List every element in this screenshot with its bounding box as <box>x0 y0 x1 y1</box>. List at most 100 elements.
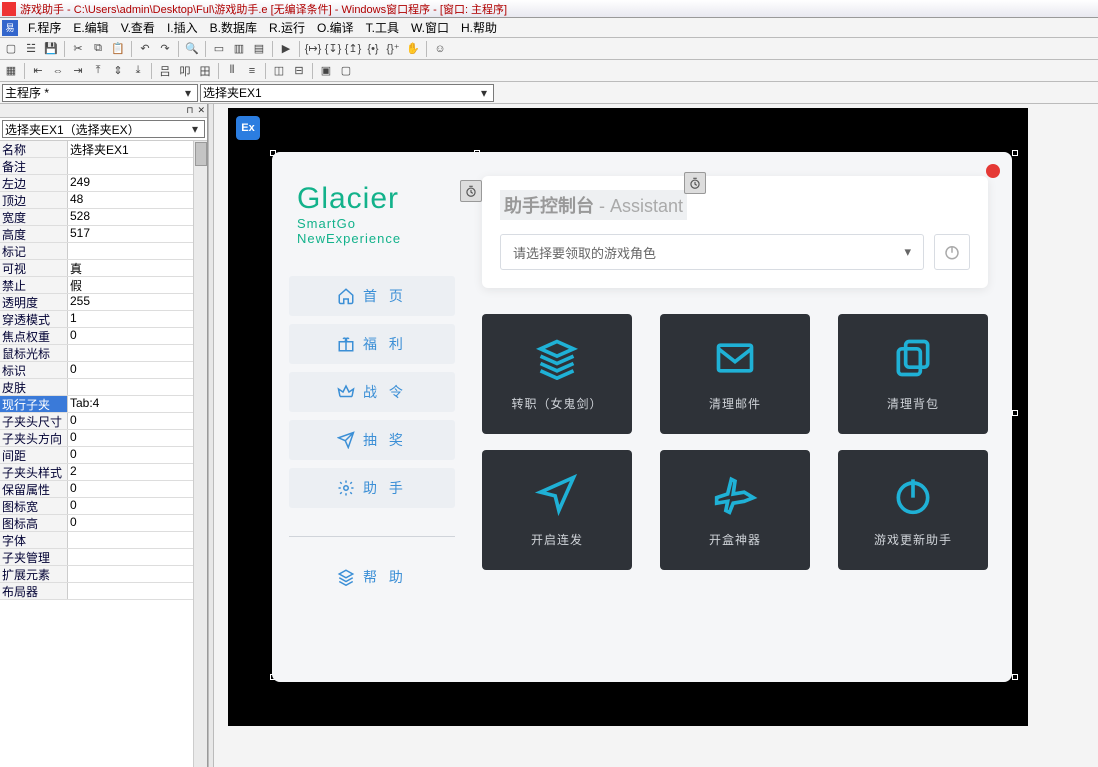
step-over-icon[interactable]: {↦} <box>304 40 322 58</box>
cut-icon[interactable]: ✂ <box>69 40 87 58</box>
property-value[interactable]: 真 <box>68 260 207 276</box>
property-row[interactable]: 鼠标光标 <box>0 345 207 362</box>
run-icon[interactable]: ▶ <box>277 40 295 58</box>
menu-edit[interactable]: E.编辑 <box>67 17 114 38</box>
property-row[interactable]: 子夹头尺寸0 <box>0 413 207 430</box>
property-value[interactable]: 2 <box>68 464 207 480</box>
property-row[interactable]: 高度517 <box>0 226 207 243</box>
property-value[interactable]: 选择夹EX1 <box>68 141 207 157</box>
property-value[interactable]: 0 <box>68 413 207 429</box>
center-h-icon[interactable]: ◫ <box>270 62 288 80</box>
property-row[interactable]: 间距0 <box>0 447 207 464</box>
property-row[interactable]: 宽度528 <box>0 209 207 226</box>
layout2-icon[interactable]: ▥ <box>230 40 248 58</box>
scrollbar-thumb[interactable] <box>195 142 207 166</box>
menu-help[interactable]: H.帮助 <box>455 17 503 38</box>
property-value[interactable] <box>68 549 207 565</box>
property-row[interactable]: 穿透模式1 <box>0 311 207 328</box>
step-into-icon[interactable]: {↧} <box>324 40 342 58</box>
bring-front-icon[interactable]: ▣ <box>317 62 335 80</box>
control-selector[interactable]: 选择夹EX1 ▾ <box>200 84 494 102</box>
menu-tools[interactable]: T.工具 <box>360 17 405 38</box>
send-back-icon[interactable]: ▢ <box>337 62 355 80</box>
tile-openbox[interactable]: 开盒神器 <box>660 450 810 570</box>
menu-run[interactable]: R.运行 <box>263 17 311 38</box>
dock-pin-icon[interactable]: ⊓ <box>186 105 193 116</box>
selection-handle[interactable] <box>1012 410 1018 416</box>
nav-help[interactable]: 帮 助 <box>289 536 455 587</box>
property-row[interactable]: 焦点权重0 <box>0 328 207 345</box>
same-size-icon[interactable]: 田 <box>196 62 214 80</box>
grid-icon[interactable]: ▦ <box>2 62 20 80</box>
property-value[interactable]: 0 <box>68 328 207 344</box>
nav-battlepass[interactable]: 战 令 <box>289 372 455 412</box>
property-row[interactable]: 扩展元素 <box>0 566 207 583</box>
object-selector[interactable]: 选择夹EX1（选择夹EX） ▾ <box>2 120 205 138</box>
open-icon[interactable]: ☱ <box>22 40 40 58</box>
menu-view[interactable]: V.查看 <box>115 17 161 38</box>
property-value[interactable]: 0 <box>68 447 207 463</box>
nav-lottery[interactable]: 抽 奖 <box>289 420 455 460</box>
center-v-icon[interactable]: ⊟ <box>290 62 308 80</box>
property-row[interactable]: 字体 <box>0 532 207 549</box>
nav-assistant[interactable]: 助 手 <box>289 468 455 508</box>
property-row[interactable]: 标记 <box>0 243 207 260</box>
property-value[interactable] <box>68 566 207 582</box>
property-value[interactable]: 528 <box>68 209 207 225</box>
property-row[interactable]: 透明度255 <box>0 294 207 311</box>
property-row[interactable]: 布局器 <box>0 583 207 600</box>
property-row[interactable]: 子夹头方向0 <box>0 430 207 447</box>
property-value[interactable]: 249 <box>68 175 207 191</box>
property-value[interactable] <box>68 158 207 174</box>
property-value[interactable]: 0 <box>68 515 207 531</box>
copy-icon[interactable]: ⧉ <box>89 40 107 58</box>
save-icon[interactable]: 💾 <box>42 40 60 58</box>
layout1-icon[interactable]: ▭ <box>210 40 228 58</box>
property-row[interactable]: 可视真 <box>0 260 207 277</box>
selection-handle[interactable] <box>1012 150 1018 156</box>
menu-database[interactable]: B.数据库 <box>204 17 263 38</box>
same-height-icon[interactable]: 叩 <box>176 62 194 80</box>
tile-update[interactable]: 游戏更新助手 <box>838 450 988 570</box>
scrollbar[interactable] <box>193 141 207 767</box>
property-value[interactable]: 0 <box>68 498 207 514</box>
property-value[interactable]: 0 <box>68 481 207 497</box>
form-selector[interactable]: 主程序 * ▾ <box>2 84 198 102</box>
property-value[interactable] <box>68 583 207 599</box>
property-row[interactable]: 名称选择夹EX1 <box>0 141 207 158</box>
distrib-h-icon[interactable]: ⫴ <box>223 62 241 80</box>
stop-icon[interactable]: {}⁺ <box>384 40 402 58</box>
property-value[interactable]: 假 <box>68 277 207 293</box>
tile-clean-mail[interactable]: 清理邮件 <box>660 314 810 434</box>
property-value[interactable] <box>68 243 207 259</box>
distrib-v-icon[interactable]: ≡ <box>243 62 261 80</box>
tile-clean-bag[interactable]: 清理背包 <box>838 314 988 434</box>
property-row[interactable]: 图标高0 <box>0 515 207 532</box>
property-row[interactable]: 子夹管理 <box>0 549 207 566</box>
tile-autofire[interactable]: 开启连发 <box>482 450 632 570</box>
property-row[interactable]: 皮肤 <box>0 379 207 396</box>
menu-insert[interactable]: I.插入 <box>161 17 204 38</box>
close-button[interactable] <box>986 164 1000 178</box>
reload-button[interactable] <box>934 234 970 270</box>
property-value[interactable]: 255 <box>68 294 207 310</box>
property-row[interactable]: 标识0 <box>0 362 207 379</box>
property-row[interactable]: 左边249 <box>0 175 207 192</box>
property-row[interactable]: 保留属性0 <box>0 481 207 498</box>
find-icon[interactable]: 🔍 <box>183 40 201 58</box>
property-value[interactable]: 517 <box>68 226 207 242</box>
align-top-icon[interactable]: ⤒ <box>89 62 107 80</box>
property-value[interactable]: 48 <box>68 192 207 208</box>
menu-program[interactable]: F.程序 <box>22 17 67 38</box>
property-row[interactable]: 图标宽0 <box>0 498 207 515</box>
undo-icon[interactable]: ↶ <box>136 40 154 58</box>
step-out-icon[interactable]: {↥} <box>344 40 362 58</box>
property-value[interactable]: 1 <box>68 311 207 327</box>
same-width-icon[interactable]: 吕 <box>156 62 174 80</box>
break-icon[interactable]: {•} <box>364 40 382 58</box>
property-value[interactable] <box>68 532 207 548</box>
menu-window[interactable]: W.窗口 <box>405 17 455 38</box>
align-left-icon[interactable]: ⇤ <box>29 62 47 80</box>
nav-welfare[interactable]: 福 利 <box>289 324 455 364</box>
align-bottom-icon[interactable]: ⤓ <box>129 62 147 80</box>
